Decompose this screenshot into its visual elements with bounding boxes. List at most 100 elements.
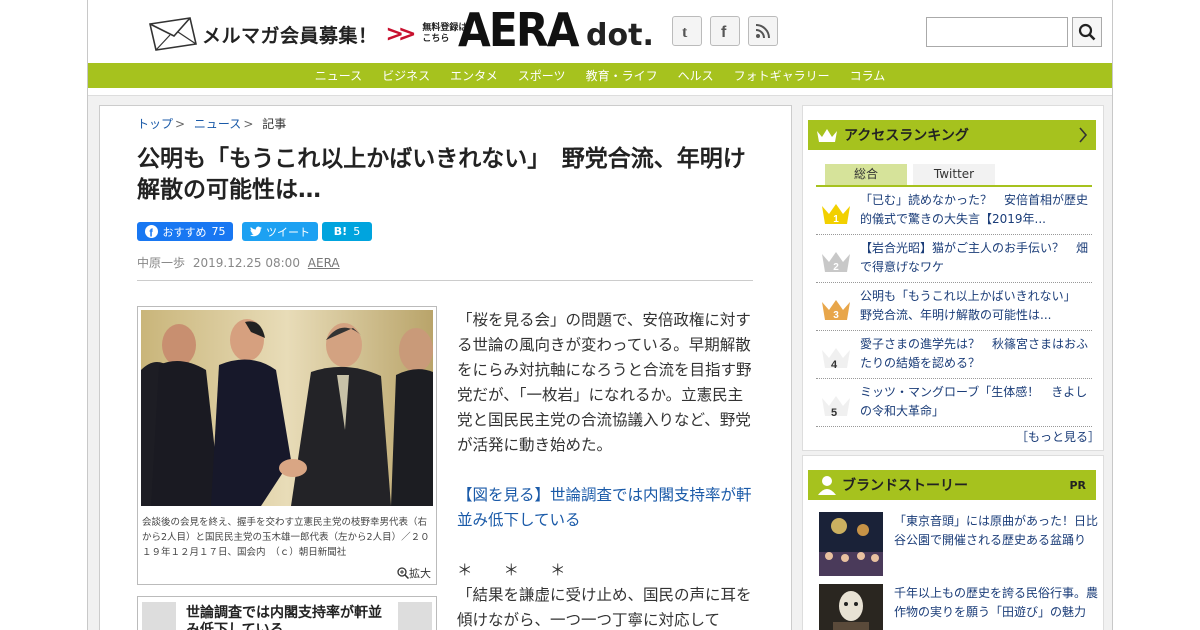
svg-text:t: t	[682, 24, 688, 40]
ranking-item[interactable]: 5 ミッツ・マングローブ「生体感！ きよしの令和大革命」	[816, 380, 1092, 427]
ranking-title: アクセスランキング	[844, 128, 969, 144]
breadcrumb-top[interactable]: トップ	[137, 117, 173, 131]
free-register-line2: こちら	[422, 34, 450, 44]
article-photo[interactable]	[141, 310, 433, 506]
ranking-item-text: 【岩合光昭】猫がご主人のお手伝い？ 畑で得意げなワケ	[860, 241, 1089, 274]
logo-aera: AERA	[458, 3, 579, 57]
mail-banner-label: メルマガ会員募集！	[202, 24, 378, 47]
nav-item-photo[interactable]: フォトギャラリー	[734, 67, 830, 84]
hatena-count: 5	[353, 225, 361, 238]
article-paragraph: 「桜を見る会」の問題で、安倍政権に対する世論の風向きが変わっている。早期解散をに…	[457, 311, 752, 454]
related-thumb-right	[398, 602, 432, 630]
main-nav: ニュース ビジネス エンタメ スポーツ 教育・ライフ ヘルス フォトギャラリー …	[88, 63, 1112, 88]
ranking-item[interactable]: 2 【岩合光昭】猫がご主人のお手伝い？ 畑で得意げなワケ	[816, 236, 1092, 283]
brand-story-text: 千年以上もの歴史を誇る民俗行事。農作物の実りを願う「田遊び」の魅力	[894, 586, 1099, 619]
related-thumb-left	[142, 602, 176, 630]
zoom-button[interactable]: 拡大	[397, 565, 431, 581]
pr-badge: PR	[1069, 478, 1086, 492]
svg-text:4: 4	[831, 359, 838, 371]
nav-item-health[interactable]: ヘルス	[678, 67, 714, 84]
related-figure-card[interactable]: 世論調査では内閣支持率が軒並み低下している	[137, 596, 437, 630]
ranking-more-link[interactable]: ［もっと見る］	[1016, 428, 1100, 445]
tweet-label: ツイート	[266, 225, 310, 239]
site-header: メルマガ会員募集！ >> 無料登録は こちら AERA dot. t f	[88, 0, 1112, 63]
ranking-item-text: 公明も「もうこれ以上かばいきれない」 野党合流、年明け解散の可能性は...	[860, 289, 1082, 322]
rank-1-crown-icon: 1	[822, 204, 850, 225]
author-name: 中原一歩	[137, 256, 186, 270]
facebook-icon[interactable]: f	[710, 16, 740, 46]
brand-story-panel: ブランドストーリー PR 「東京音頭」には原曲があった！日比谷公園で開催される歴…	[802, 455, 1104, 630]
facebook-recommend-button[interactable]: f おすすめ 75	[137, 222, 233, 241]
source-link[interactable]: AERA	[308, 256, 340, 270]
logo-dot: dot.	[586, 18, 654, 53]
page-wrapper: メルマガ会員募集！ >> 無料登録は こちら AERA dot. t f ニュー…	[87, 0, 1113, 630]
facebook-label: おすすめ	[162, 225, 207, 239]
nav-item-business[interactable]: ビジネス	[382, 67, 430, 84]
publish-date: 2019.12.25 08:00	[192, 256, 300, 270]
crown-icon	[817, 129, 837, 142]
brand-story-header: ブランドストーリー PR	[808, 470, 1096, 500]
rank-3-crown-icon: 3	[822, 300, 850, 321]
story-image-festival	[819, 512, 883, 576]
chevron-right-icon: >	[243, 117, 254, 131]
chevron-right-icon: >	[175, 117, 186, 131]
nav-item-column[interactable]: コラム	[850, 67, 886, 84]
person-icon	[818, 476, 836, 495]
chevron-right-icon: >>	[385, 21, 417, 47]
mail-magazine-banner[interactable]: メルマガ会員募集！ >> 無料登録は こちら	[148, 16, 467, 52]
related-title: 世論調査では内閣支持率が軒並み低下している	[186, 605, 382, 630]
svg-text:f: f	[149, 228, 153, 239]
ranking-panel: アクセスランキング 総合 Twitter 1 「已む」読めなかった？ 安倍首相が…	[802, 105, 1104, 451]
ranking-item[interactable]: 1 「已む」読めなかった？ 安倍首相が歴史的儀式で驚きの大失言【2019年...	[816, 188, 1092, 235]
search-button[interactable]	[1072, 17, 1102, 47]
article-photo-figure: 会談後の会見を終え、握手を交わす立憲民主党の枝野幸男代表（右から2人目）と国民民…	[137, 306, 437, 585]
twitter-bird-icon	[250, 226, 262, 237]
brand-story-item[interactable]: 千年以上もの歴史を誇る民俗行事。農作物の実りを願う「田遊び」の魅力	[819, 584, 1098, 630]
rss-icon[interactable]	[748, 16, 778, 46]
tab-twitter[interactable]: Twitter	[913, 164, 995, 185]
brand-story-title: ブランドストーリー	[842, 478, 968, 494]
article-paragraph: 「結果を謙虚に受け止め、国民の声に耳を傾けながら、一つ一つ丁寧に対応して	[457, 586, 752, 629]
nav-item-sports[interactable]: スポーツ	[518, 67, 566, 84]
rank-4-badge-icon: 4	[822, 348, 850, 371]
hatena-bookmark-button[interactable]: B! 5	[322, 222, 372, 241]
site-logo[interactable]: AERA dot.	[458, 6, 654, 54]
divider	[137, 280, 753, 281]
rank-2-crown-icon: 2	[822, 252, 850, 273]
ranking-item-text: 愛子さまの進学先は？ 秋篠宮さまはおふたりの結婚を認める？	[860, 337, 1089, 370]
svg-text:3: 3	[833, 310, 839, 321]
tweet-button[interactable]: ツイート	[242, 222, 318, 241]
ranking-item-text: ミッツ・マングローブ「生体感！ きよしの令和大革命」	[860, 385, 1088, 418]
article-byline: 中原一歩 2019.12.25 08:00 AERA	[137, 254, 340, 271]
facebook-count: 75	[211, 225, 226, 238]
zoom-label: 拡大	[409, 567, 431, 580]
tab-underline	[816, 185, 1092, 187]
zoom-in-icon	[397, 567, 410, 580]
facebook-icon: f	[144, 225, 158, 239]
nav-item-entame[interactable]: エンタメ	[450, 67, 498, 84]
figure-link[interactable]: 【図を見る】世論調査では内閣支持率が軒並み低下している	[457, 483, 752, 533]
story-image-ritual	[819, 584, 883, 630]
ranking-item[interactable]: 4 愛子さまの進学先は？ 秋篠宮さまはおふたりの結婚を認める？	[816, 332, 1092, 379]
search-input[interactable]	[926, 17, 1068, 47]
photo-caption: 会談後の会見を終え、握手を交わす立憲民主党の枝野幸男代表（右から2人目）と国民民…	[142, 517, 430, 558]
breadcrumb-news[interactable]: ニュース	[194, 117, 241, 131]
article-body: 「桜を見る会」の問題で、安倍政権に対する世論の風向きが変わっている。早期解散をに…	[457, 308, 752, 630]
breadcrumb-current: 記事	[262, 117, 287, 131]
svg-text:f: f	[721, 24, 727, 40]
brand-story-item[interactable]: 「東京音頭」には原曲があった！日比谷公園で開催される歴史ある盆踊り	[819, 512, 1098, 576]
section-divider-stars: ＊ ＊ ＊	[457, 561, 566, 579]
nav-item-education[interactable]: 教育・ライフ	[586, 67, 658, 84]
twitter-icon[interactable]: t	[672, 16, 702, 46]
tab-overall[interactable]: 総合	[825, 164, 907, 185]
ranking-item[interactable]: 3 公明も「もうこれ以上かばいきれない」 野党合流、年明け解散の可能性は...	[816, 284, 1092, 331]
nav-item-news[interactable]: ニュース	[315, 67, 362, 84]
ranking-item-text: 「已む」読めなかった？ 安倍首相が歴史的儀式で驚きの大失言【2019年...	[860, 193, 1089, 226]
hatena-icon: B!	[333, 225, 348, 238]
rank-5-badge-icon: 5	[822, 396, 850, 419]
svg-text:5: 5	[831, 407, 837, 419]
svg-text:1: 1	[833, 214, 839, 225]
article-title: 公明も「もうこれ以上かばいきれない」 野党合流、年明け解散の可能性は…	[137, 146, 746, 203]
envelope-icon	[149, 17, 197, 51]
ranking-header[interactable]: アクセスランキング	[808, 120, 1096, 150]
